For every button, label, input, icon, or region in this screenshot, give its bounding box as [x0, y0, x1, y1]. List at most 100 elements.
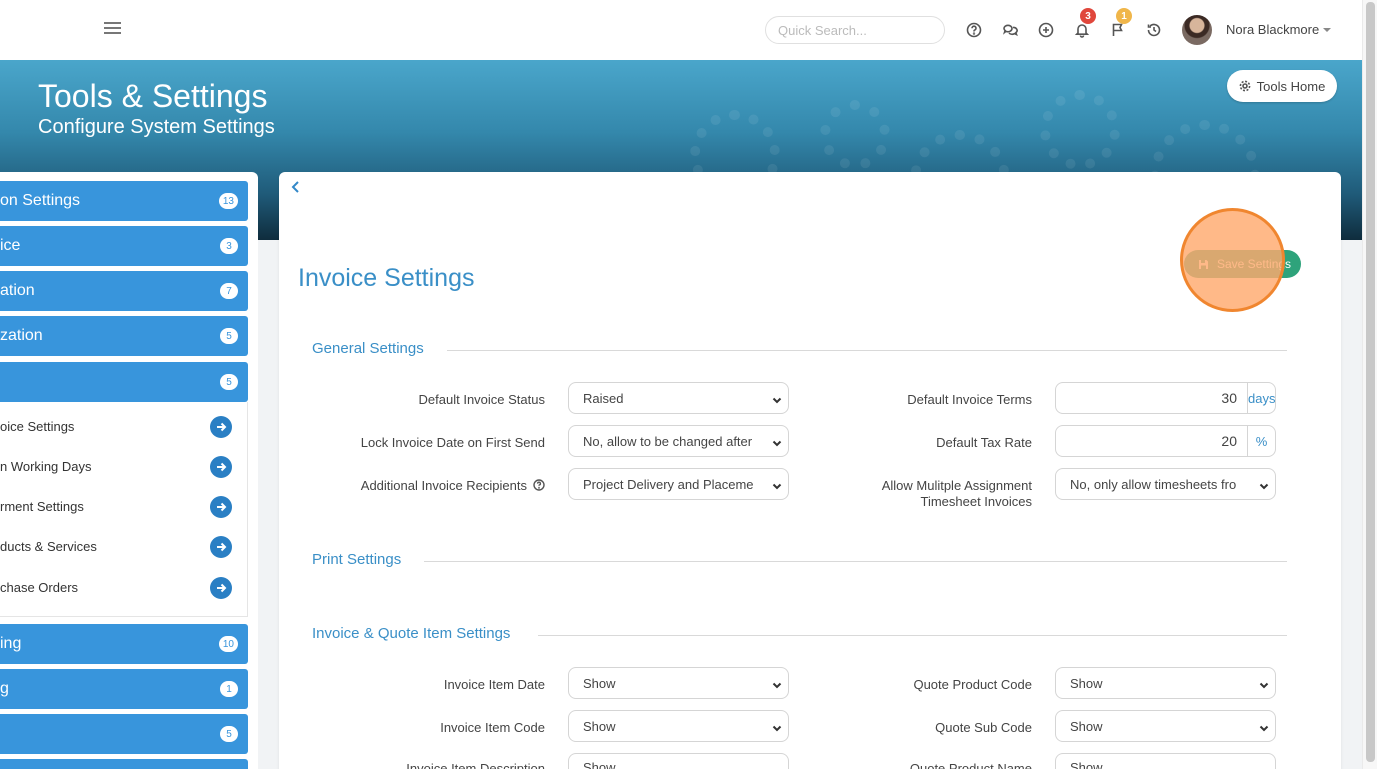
notifications-icon[interactable]: 3 — [1072, 8, 1096, 40]
sidebar-item-label: ing — [0, 635, 22, 652]
section-divider — [447, 350, 1287, 351]
allow-multiple-label-line2: Timesheet Invoices — [920, 494, 1032, 509]
invoice-item-code-select[interactable]: Show — [568, 710, 789, 742]
page-title: Invoice Settings — [298, 264, 475, 292]
default-tax-input-group: % — [1055, 425, 1276, 457]
settings-sidebar: on Settings 13 ice 3 ation 7 zation 5 5 oice… — [0, 172, 258, 769]
sidebar-item-count: 5 — [220, 328, 238, 344]
default-invoice-status-value: Raised — [583, 390, 624, 406]
sidebar-item[interactable]: 5 — [0, 714, 248, 754]
chevron-down-icon — [1259, 678, 1269, 689]
flag-icon[interactable]: 1 — [1108, 8, 1132, 40]
quote-sub-code-label: Quote Sub Code — [935, 720, 1032, 735]
sidebar-subitem-label: ducts & Services — [0, 538, 97, 554]
menu-icon[interactable] — [104, 22, 121, 36]
sidebar-item-invoice-active[interactable]: 5 — [0, 362, 248, 402]
sidebar-subitem[interactable]: chase Orders — [0, 567, 248, 607]
sidebar-item[interactable]: g1 — [0, 669, 248, 709]
sidebar-item-count: 1 — [220, 681, 238, 697]
user-menu[interactable]: Nora Blackmore — [1226, 22, 1332, 37]
user-avatar[interactable] — [1182, 15, 1212, 45]
sidebar-subitem[interactable]: oice Settings — [0, 406, 248, 446]
section-divider — [538, 635, 1287, 636]
allow-multiple-select[interactable]: No, only allow timesheets fro — [1055, 468, 1276, 500]
sidebar-item-count: 3 — [220, 238, 238, 254]
default-tax-input[interactable] — [1056, 426, 1247, 456]
quote-product-name-label: Quote Product Name — [909, 761, 1032, 769]
sidebar-item-label: zation — [0, 327, 43, 344]
sidebar-item[interactable]: ice 3 — [0, 226, 248, 266]
sidebar-subitem-label: rment Settings — [0, 498, 84, 514]
invoice-item-date-select[interactable]: Show — [568, 667, 789, 699]
chevron-down-icon — [772, 436, 782, 447]
back-chevron-icon[interactable] — [290, 180, 304, 196]
invoice-item-code-label: Invoice Item Code — [440, 720, 545, 735]
additional-recipients-label: Additional Invoice Recipients — [360, 478, 527, 493]
sidebar-item-count: 5 — [220, 726, 238, 742]
default-terms-label: Default Invoice Terms — [907, 392, 1032, 407]
gear-icon — [1239, 80, 1251, 92]
sidebar-subitem[interactable]: rment Settings — [0, 486, 248, 526]
invoice-item-code-value: Show — [583, 718, 616, 734]
sidebar-item[interactable]: zation 5 — [0, 316, 248, 356]
arrow-right-icon — [210, 536, 232, 558]
default-terms-input[interactable] — [1056, 383, 1247, 413]
help-icon[interactable] — [964, 20, 984, 40]
chevron-down-icon — [1259, 479, 1269, 490]
lock-invoice-date-value: No, allow to be changed after — [583, 433, 753, 449]
info-icon[interactable] — [533, 479, 545, 491]
default-invoice-status-select[interactable]: Raised — [568, 382, 789, 414]
default-tax-unit: % — [1247, 426, 1275, 456]
tools-home-label: Tools Home — [1256, 78, 1326, 94]
default-terms-input-group: days — [1055, 382, 1276, 414]
quote-product-name-value: Show — [1070, 760, 1103, 769]
arrow-right-icon — [210, 577, 232, 599]
sidebar-item[interactable]: on Settings 13 — [0, 181, 248, 221]
sidebar-subitem[interactable]: n Working Days — [0, 446, 248, 486]
notifications-badge: 3 — [1080, 8, 1096, 24]
page-scrollbar[interactable] — [1362, 0, 1377, 769]
default-invoice-status-label: Default Invoice Status — [418, 392, 545, 407]
arrow-right-icon — [210, 496, 232, 518]
arrow-right-icon — [210, 416, 232, 438]
additional-recipients-select[interactable]: Project Delivery and Placeme — [568, 468, 789, 500]
invoice-item-date-label: Invoice Item Date — [443, 677, 545, 692]
quick-search-input[interactable] — [765, 16, 945, 44]
invoice-item-desc-value: Show — [583, 760, 616, 769]
chevron-down-icon — [772, 479, 782, 490]
sidebar-item-count: 13 — [218, 193, 238, 209]
sidebar-item[interactable]: ation 7 — [0, 271, 248, 311]
sidebar-item[interactable]: ing 10 — [0, 624, 248, 664]
quote-product-code-label: Quote Product Code — [913, 677, 1032, 692]
chevron-down-icon — [772, 393, 782, 404]
section-divider — [424, 561, 1287, 562]
sidebar-subitem-label: oice Settings — [0, 418, 75, 434]
additional-recipients-label-row: Additional Invoice Recipients — [361, 478, 545, 493]
scrollbar-thumb[interactable] — [1366, 2, 1375, 762]
quote-product-name-select[interactable]: Show — [1055, 753, 1276, 769]
quote-product-code-select[interactable]: Show — [1055, 667, 1276, 699]
allow-multiple-label-line1: Allow Mulitple Assignment — [881, 478, 1032, 493]
sidebar-subitem[interactable]: ducts & Services — [0, 526, 248, 566]
quote-sub-code-value: Show — [1070, 718, 1103, 734]
sidebar-subitem-label: chase Orders — [0, 579, 79, 595]
tools-home-button[interactable]: Tools Home — [1227, 70, 1337, 102]
banner-title: Tools & Settings — [38, 78, 268, 114]
section-general-settings: General Settings — [312, 340, 424, 357]
invoice-item-desc-label: Invoice Item Description — [406, 761, 545, 769]
quote-sub-code-select[interactable]: Show — [1055, 710, 1276, 742]
sidebar-item[interactable] — [0, 759, 248, 769]
history-icon[interactable] — [1144, 20, 1164, 40]
save-icon — [1199, 259, 1208, 269]
chat-icon[interactable] — [1000, 20, 1020, 40]
lock-invoice-date-select[interactable]: No, allow to be changed after — [568, 425, 789, 457]
top-bar: 3 1 Nora Blackmore — [0, 0, 1377, 60]
add-icon[interactable] — [1036, 20, 1056, 40]
sidebar-item-label: on Settings — [0, 192, 81, 209]
arrow-right-icon — [210, 456, 232, 478]
lock-invoice-date-label: Lock Invoice Date on First Send — [360, 435, 545, 450]
section-item-settings: Invoice & Quote Item Settings — [312, 625, 511, 642]
caret-down-icon — [1323, 28, 1332, 32]
invoice-item-desc-select[interactable]: Show — [568, 753, 789, 769]
save-settings-button[interactable]: Save Settings — [1184, 250, 1301, 278]
